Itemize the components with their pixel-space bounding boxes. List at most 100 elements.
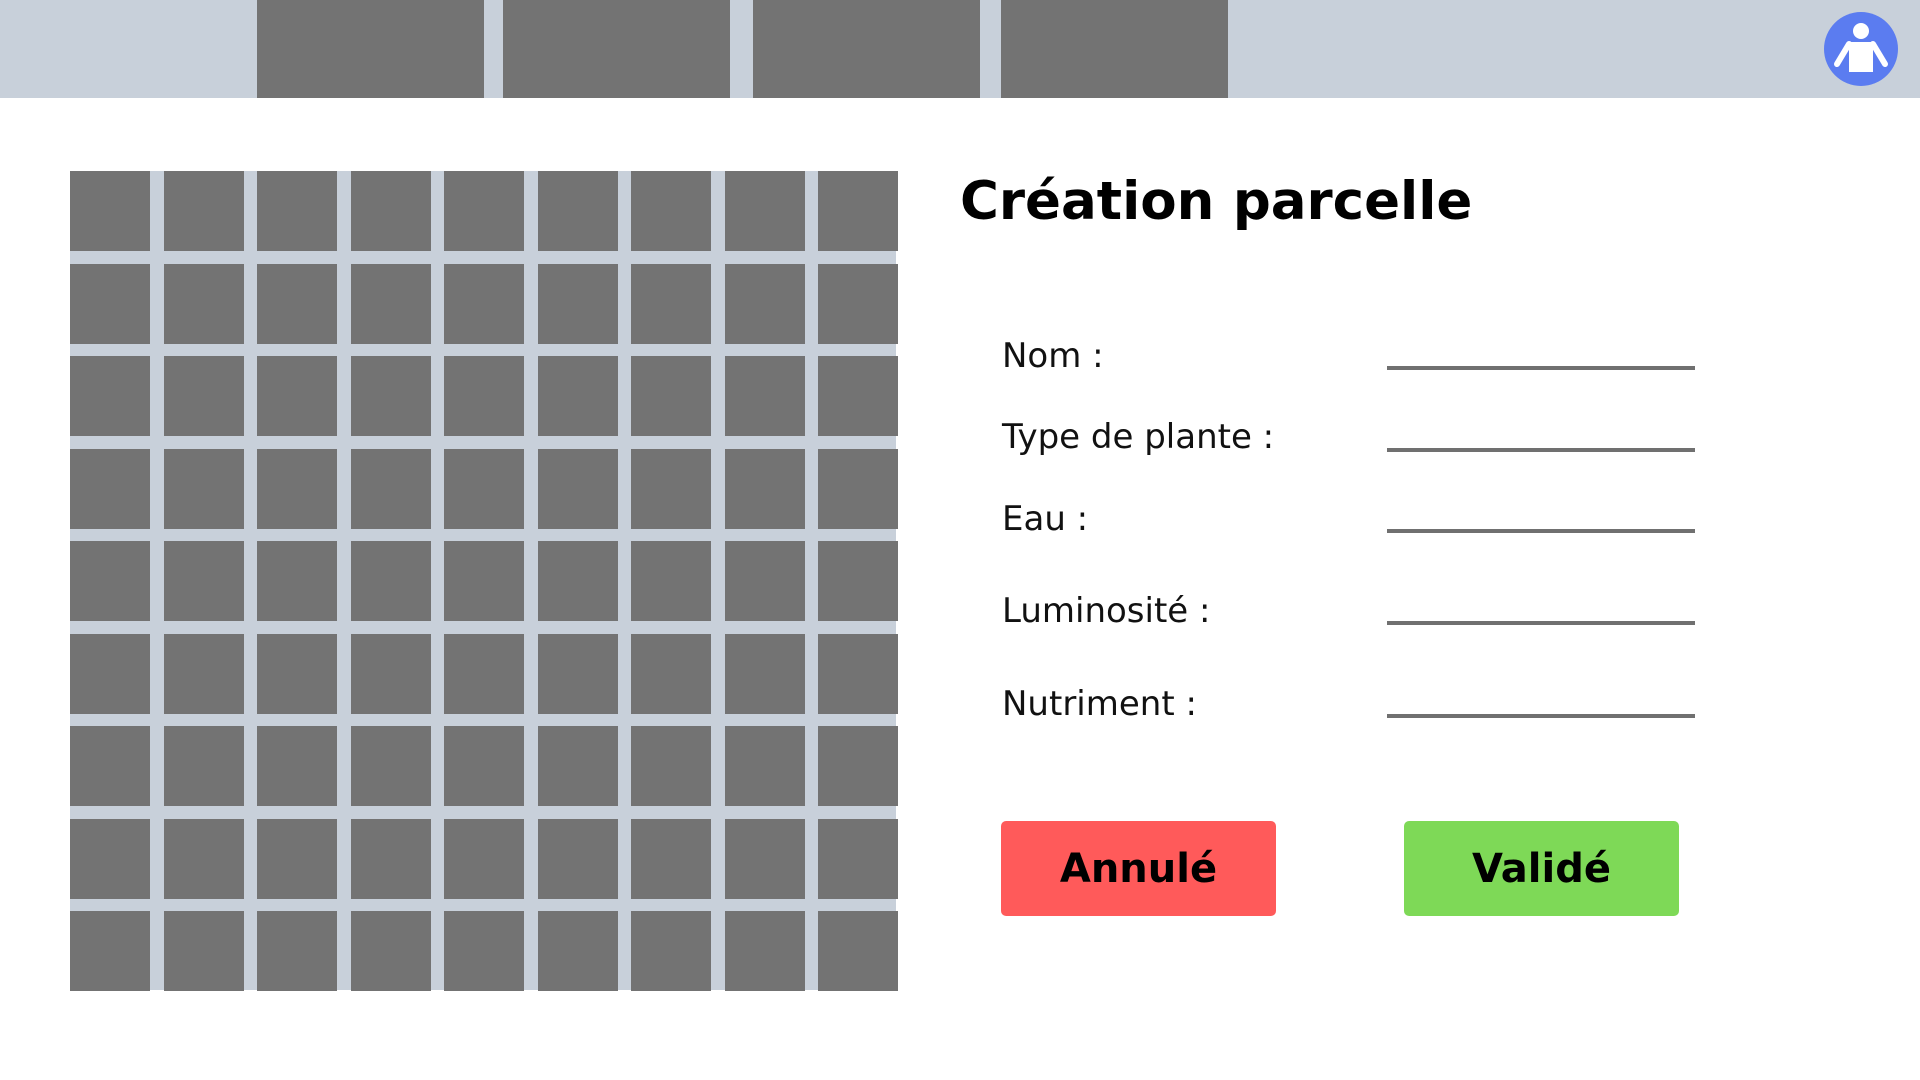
- nav-tab-1[interactable]: [257, 0, 484, 98]
- plot-cell-r2-c4[interactable]: [351, 264, 431, 344]
- plot-cell-r6-c9[interactable]: [818, 634, 898, 714]
- plot-cell-r4-c8[interactable]: [725, 449, 805, 529]
- cancel-button[interactable]: Annulé: [1001, 821, 1276, 916]
- plot-cell-r4-c6[interactable]: [538, 449, 618, 529]
- plot-cell-r5-c3[interactable]: [257, 541, 337, 621]
- plot-cell-r1-c7[interactable]: [631, 171, 711, 251]
- plot-cell-r1-c8[interactable]: [725, 171, 805, 251]
- plot-cell-r8-c9[interactable]: [818, 819, 898, 899]
- plot-cell-r6-c7[interactable]: [631, 634, 711, 714]
- plot-cell-r7-c8[interactable]: [725, 726, 805, 806]
- field-label-nom: Nom :: [1002, 336, 1104, 376]
- plot-cell-r6-c3[interactable]: [257, 634, 337, 714]
- plot-cell-r6-c1[interactable]: [70, 634, 150, 714]
- plot-cell-r6-c8[interactable]: [725, 634, 805, 714]
- plot-cell-r3-c6[interactable]: [538, 356, 618, 436]
- plot-cell-r5-c7[interactable]: [631, 541, 711, 621]
- plot-cell-r9-c7[interactable]: [631, 911, 711, 991]
- submit-button[interactable]: Validé: [1404, 821, 1679, 916]
- plot-cell-r8-c7[interactable]: [631, 819, 711, 899]
- plot-cell-r5-c2[interactable]: [164, 541, 244, 621]
- plot-cell-r3-c9[interactable]: [818, 356, 898, 436]
- plot-cell-r1-c5[interactable]: [444, 171, 524, 251]
- plot-cell-r5-c4[interactable]: [351, 541, 431, 621]
- top-nav-bar: [0, 0, 1920, 98]
- plot-cell-r7-c5[interactable]: [444, 726, 524, 806]
- plot-cell-r7-c9[interactable]: [818, 726, 898, 806]
- plot-cell-r9-c8[interactable]: [725, 911, 805, 991]
- user-icon: [1834, 23, 1888, 72]
- plot-cell-r3-c5[interactable]: [444, 356, 524, 436]
- plot-cell-r4-c2[interactable]: [164, 449, 244, 529]
- plot-cell-r4-c9[interactable]: [818, 449, 898, 529]
- plot-cell-r6-c5[interactable]: [444, 634, 524, 714]
- plot-cell-r7-c3[interactable]: [257, 726, 337, 806]
- plot-cell-r5-c1[interactable]: [70, 541, 150, 621]
- plot-cell-r7-c7[interactable]: [631, 726, 711, 806]
- plot-cell-r5-c5[interactable]: [444, 541, 524, 621]
- plot-cell-r2-c5[interactable]: [444, 264, 524, 344]
- plot-grid: [70, 171, 898, 991]
- plot-cell-r3-c3[interactable]: [257, 356, 337, 436]
- plot-cell-r1-c2[interactable]: [164, 171, 244, 251]
- plot-cell-r4-c1[interactable]: [70, 449, 150, 529]
- plot-cell-r2-c2[interactable]: [164, 264, 244, 344]
- nav-tab-3[interactable]: [753, 0, 980, 98]
- nav-tab-2[interactable]: [503, 0, 730, 98]
- plot-cell-r6-c2[interactable]: [164, 634, 244, 714]
- plot-cell-r2-c8[interactable]: [725, 264, 805, 344]
- plot-cell-r2-c3[interactable]: [257, 264, 337, 344]
- plot-cell-r8-c8[interactable]: [725, 819, 805, 899]
- plot-cell-r4-c5[interactable]: [444, 449, 524, 529]
- plot-cell-r2-c9[interactable]: [818, 264, 898, 344]
- plot-cell-r4-c3[interactable]: [257, 449, 337, 529]
- plot-cell-r8-c6[interactable]: [538, 819, 618, 899]
- nutriment-input[interactable]: [1387, 682, 1695, 718]
- plot-cell-r9-c6[interactable]: [538, 911, 618, 991]
- plot-cell-r7-c4[interactable]: [351, 726, 431, 806]
- plot-cell-r4-c4[interactable]: [351, 449, 431, 529]
- plot-cell-r9-c4[interactable]: [351, 911, 431, 991]
- plot-cell-r7-c6[interactable]: [538, 726, 618, 806]
- plot-cell-r1-c6[interactable]: [538, 171, 618, 251]
- plot-cell-r9-c2[interactable]: [164, 911, 244, 991]
- plot-cell-r9-c9[interactable]: [818, 911, 898, 991]
- plot-cell-r8-c2[interactable]: [164, 819, 244, 899]
- plot-cell-r6-c6[interactable]: [538, 634, 618, 714]
- plot-cell-r1-c4[interactable]: [351, 171, 431, 251]
- plot-cell-r3-c1[interactable]: [70, 356, 150, 436]
- eau-input[interactable]: [1387, 497, 1695, 533]
- plot-cell-r5-c9[interactable]: [818, 541, 898, 621]
- user-avatar-button[interactable]: [1824, 12, 1898, 86]
- plot-cell-r2-c7[interactable]: [631, 264, 711, 344]
- plot-cell-r2-c6[interactable]: [538, 264, 618, 344]
- plot-cell-r6-c4[interactable]: [351, 634, 431, 714]
- nav-tab-4[interactable]: [1001, 0, 1228, 98]
- plot-cell-r8-c3[interactable]: [257, 819, 337, 899]
- plot-cell-r7-c2[interactable]: [164, 726, 244, 806]
- plot-cell-r4-c7[interactable]: [631, 449, 711, 529]
- plot-cell-r1-c3[interactable]: [257, 171, 337, 251]
- plot-cell-r8-c5[interactable]: [444, 819, 524, 899]
- nom-input[interactable]: [1387, 334, 1695, 370]
- plot-cell-r7-c1[interactable]: [70, 726, 150, 806]
- type-de-plante-input[interactable]: [1387, 416, 1695, 452]
- form-title: Création parcelle: [960, 171, 1473, 232]
- plot-cell-r1-c1[interactable]: [70, 171, 150, 251]
- luminosite-input[interactable]: [1387, 589, 1695, 625]
- plot-cell-r3-c8[interactable]: [725, 356, 805, 436]
- plot-cell-r3-c4[interactable]: [351, 356, 431, 436]
- plot-cell-r9-c3[interactable]: [257, 911, 337, 991]
- plot-cell-r9-c1[interactable]: [70, 911, 150, 991]
- field-label-type-de-plante: Type de plante :: [1002, 417, 1275, 457]
- plot-cell-r8-c4[interactable]: [351, 819, 431, 899]
- plot-cell-r9-c5[interactable]: [444, 911, 524, 991]
- plot-cell-r1-c9[interactable]: [818, 171, 898, 251]
- plot-cell-r5-c6[interactable]: [538, 541, 618, 621]
- plot-cell-r3-c2[interactable]: [164, 356, 244, 436]
- plot-cell-r8-c1[interactable]: [70, 819, 150, 899]
- field-label-luminosite: Luminosité :: [1002, 591, 1211, 631]
- plot-cell-r5-c8[interactable]: [725, 541, 805, 621]
- plot-cell-r2-c1[interactable]: [70, 264, 150, 344]
- plot-cell-r3-c7[interactable]: [631, 356, 711, 436]
